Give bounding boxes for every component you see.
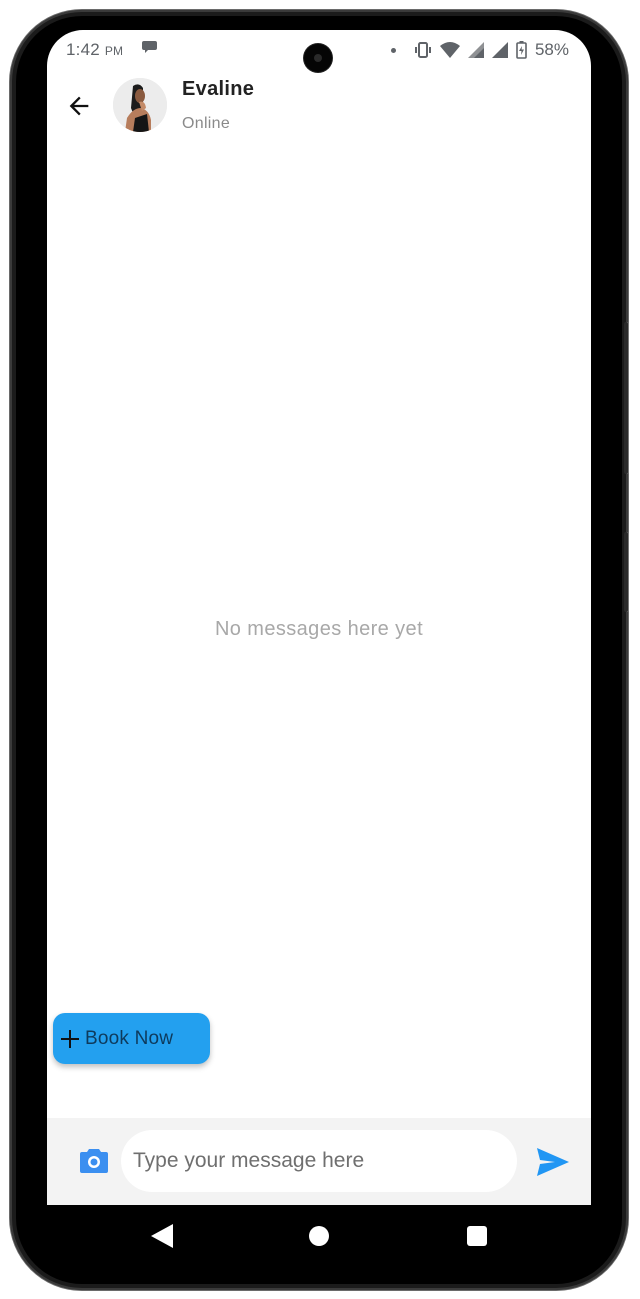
book-now-label: Book Now (85, 1027, 174, 1049)
message-composer (47, 1118, 591, 1205)
dot-icon (390, 47, 396, 53)
arrow-left-icon[interactable] (65, 92, 93, 120)
front-camera (304, 44, 332, 72)
battery-percent: 58% (534, 40, 569, 59)
status-icons: 58% (390, 40, 569, 60)
signal-icon (467, 42, 484, 58)
status-time: 1:42 PM (66, 40, 123, 60)
ampm-text: PM (104, 44, 124, 58)
vibrate-icon (414, 42, 431, 58)
avatar[interactable] (113, 78, 167, 132)
book-now-button[interactable]: Book Now (53, 1013, 210, 1064)
empty-conversation-text: No messages here yet (214, 618, 424, 640)
volume-button (624, 322, 628, 474)
message-input[interactable] (121, 1130, 517, 1192)
status-bar: 1:42 PM 58% (47, 30, 591, 72)
wifi-icon (439, 42, 460, 58)
contact-name: Evaline (182, 78, 255, 100)
send-icon[interactable] (537, 1148, 569, 1176)
battery-charging-icon (516, 41, 527, 59)
chat-header: Evaline Online (47, 70, 591, 145)
chat-bubble-icon (142, 41, 157, 53)
plus-icon (61, 1029, 79, 1048)
signal-icon (491, 42, 508, 58)
system-nav-bar (47, 1205, 591, 1267)
power-button (624, 532, 628, 612)
time-text: 1:42 (66, 40, 100, 59)
nav-recents-icon[interactable] (467, 1226, 487, 1246)
nav-back-icon[interactable] (151, 1224, 173, 1248)
camera-icon[interactable] (80, 1147, 108, 1173)
avatar-image (113, 78, 167, 132)
chat-screen: 1:42 PM 58% Evaline Online No messages h… (47, 30, 591, 1205)
nav-home-icon[interactable] (309, 1226, 329, 1246)
contact-status: Online (182, 115, 231, 132)
